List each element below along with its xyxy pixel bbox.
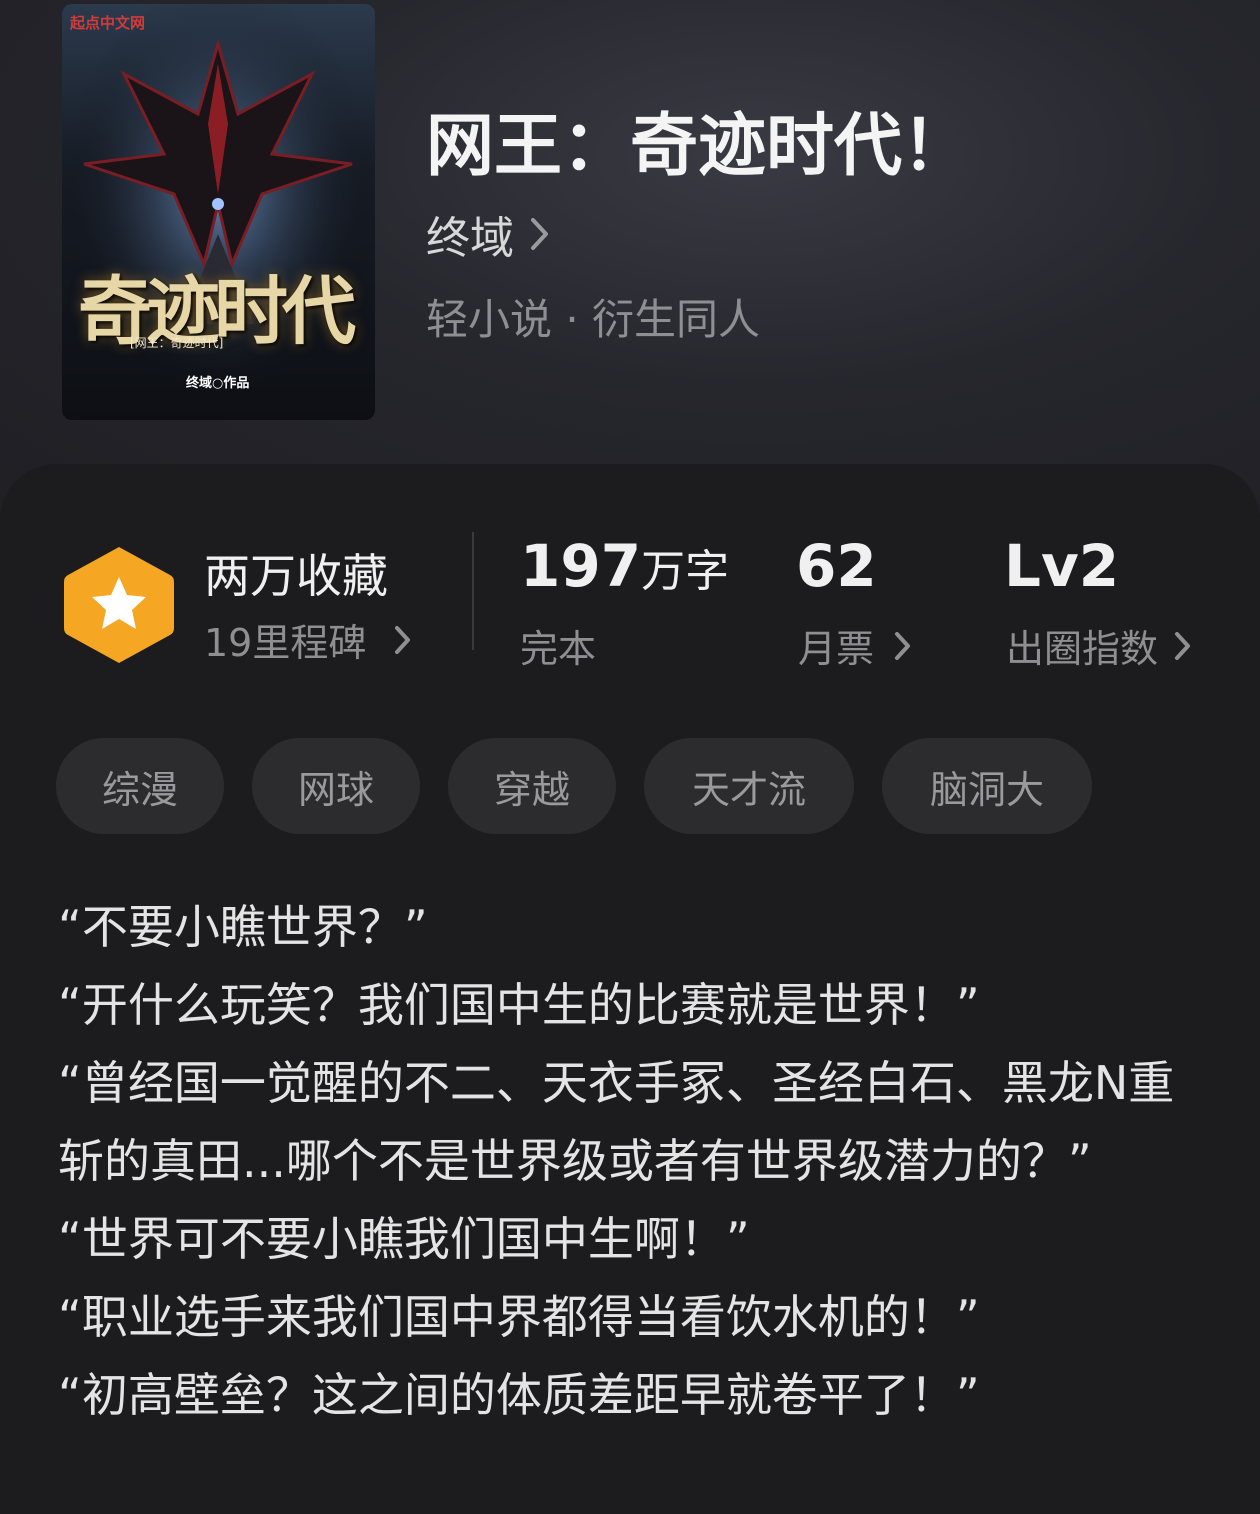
- description-line: “开什么玩笑？我们国中生的比赛就是世界！”: [58, 978, 980, 1032]
- book-title: 网王：奇迹时代！: [426, 106, 971, 186]
- author-link[interactable]: 终域: [426, 202, 550, 266]
- favorites-title[interactable]: 两万收藏: [204, 540, 388, 606]
- description-line: “职业选手来我们国中界都得当看饮水机的！”: [58, 1290, 980, 1344]
- monthly-ticket-value: 62: [796, 532, 877, 600]
- chevron-right-icon: [394, 625, 412, 655]
- description-line: “不要小瞧世界？”: [58, 900, 428, 954]
- tag-chip[interactable]: 脑洞大: [882, 738, 1092, 834]
- tag-list: 综漫 网球 穿越 天才流 脑洞大: [56, 738, 1120, 834]
- tag-chip[interactable]: 网球: [252, 738, 420, 834]
- word-count-unit: 万字: [641, 546, 730, 597]
- book-description[interactable]: “不要小瞧世界？” “开什么玩笑？我们国中生的比赛就是世界！” “曾经国一觉醒的…: [58, 888, 1208, 1434]
- milestone-label: 19里程碑: [204, 621, 367, 665]
- author-name: 终域: [426, 213, 514, 264]
- cover-author-line: 终域○作品: [186, 376, 250, 391]
- milestone-link[interactable]: 19里程碑: [204, 612, 412, 667]
- tag-chip[interactable]: 综漫: [56, 738, 224, 834]
- tag-chip[interactable]: 穿越: [448, 738, 616, 834]
- description-line: “初高壁垒？这之间的体质差距早就卷平了！”: [58, 1368, 980, 1422]
- cover-sub-title: [网王：奇迹时代]: [130, 336, 224, 350]
- star-hexagon-icon: [64, 547, 174, 663]
- monthly-ticket-label: 月票: [798, 627, 875, 671]
- favorites-badge[interactable]: [62, 543, 176, 667]
- chevron-right-icon: [1174, 631, 1192, 661]
- description-line: “曾经国一觉醒的不二、天衣手冢、圣经白石、黑龙N重斩的真田...哪个不是世界级或…: [58, 1056, 1175, 1188]
- description-line: “世界可不要小瞧我们国中生啊！”: [58, 1212, 750, 1266]
- stats-divider: [472, 532, 474, 650]
- influence-link[interactable]: 出圈指数: [1006, 618, 1192, 673]
- tag-chip[interactable]: 天才流: [644, 738, 854, 834]
- word-count-value: 197: [520, 532, 642, 600]
- word-count: 197 万字: [520, 532, 729, 600]
- influence-label: 出圈指数: [1006, 627, 1159, 671]
- book-cover[interactable]: 起点中文网 奇迹时代 [网王：奇迹时代] 终域○作品: [62, 4, 375, 420]
- monthly-ticket-link[interactable]: 月票: [798, 618, 912, 673]
- cover-site-label: 起点中文网: [70, 14, 146, 32]
- chevron-right-icon: [530, 217, 550, 251]
- completion-status: 完本: [520, 627, 597, 671]
- book-category[interactable]: 轻小说 · 衍生同人: [426, 286, 760, 347]
- chevron-right-icon: [894, 631, 912, 661]
- influence-value: Lv2: [1004, 532, 1120, 600]
